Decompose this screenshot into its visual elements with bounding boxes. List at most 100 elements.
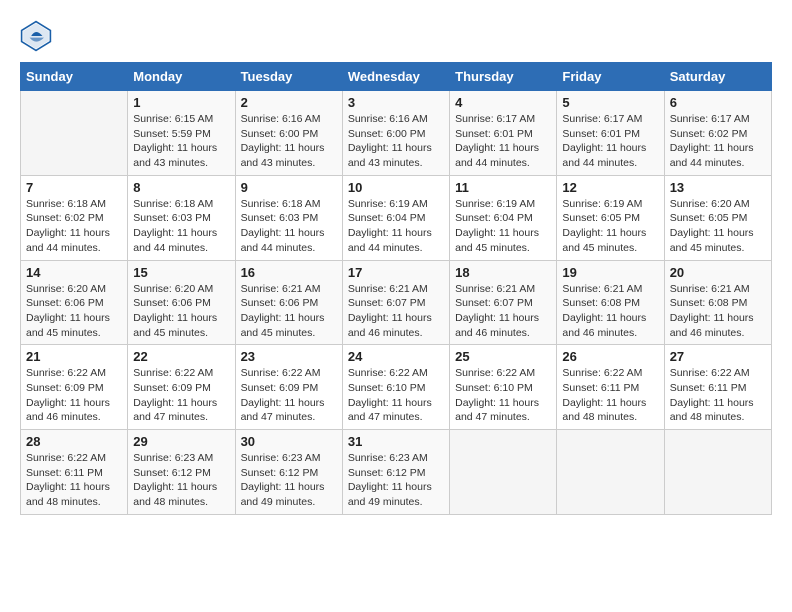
day-number: 27 [670, 349, 766, 364]
calendar-cell [450, 430, 557, 515]
day-number: 6 [670, 95, 766, 110]
day-info: Sunrise: 6:19 AM Sunset: 6:04 PM Dayligh… [348, 197, 444, 256]
day-number: 5 [562, 95, 658, 110]
day-number: 10 [348, 180, 444, 195]
week-row-4: 28Sunrise: 6:22 AM Sunset: 6:11 PM Dayli… [21, 430, 772, 515]
day-info: Sunrise: 6:18 AM Sunset: 6:03 PM Dayligh… [241, 197, 337, 256]
calendar-cell: 31Sunrise: 6:23 AM Sunset: 6:12 PM Dayli… [342, 430, 449, 515]
day-info: Sunrise: 6:16 AM Sunset: 6:00 PM Dayligh… [348, 112, 444, 171]
day-info: Sunrise: 6:17 AM Sunset: 6:01 PM Dayligh… [562, 112, 658, 171]
day-info: Sunrise: 6:22 AM Sunset: 6:09 PM Dayligh… [26, 366, 122, 425]
day-info: Sunrise: 6:20 AM Sunset: 6:06 PM Dayligh… [26, 282, 122, 341]
day-info: Sunrise: 6:21 AM Sunset: 6:07 PM Dayligh… [348, 282, 444, 341]
calendar-cell [21, 91, 128, 176]
day-number: 3 [348, 95, 444, 110]
calendar-cell: 18Sunrise: 6:21 AM Sunset: 6:07 PM Dayli… [450, 260, 557, 345]
day-number: 7 [26, 180, 122, 195]
day-number: 23 [241, 349, 337, 364]
calendar-cell: 3 Sunrise: 6:16 AM Sunset: 6:00 PM Daylig… [342, 91, 449, 176]
weekday-header-sunday: Sunday [21, 63, 128, 91]
day-number: 26 [562, 349, 658, 364]
day-number: 16 [241, 265, 337, 280]
day-info: Sunrise: 6:16 AM Sunset: 6:00 PM Dayligh… [241, 112, 337, 171]
calendar-cell: 20 Sunrise: 6:21 AM Sunset: 6:08 PM Dayli… [664, 260, 771, 345]
day-number: 21 [26, 349, 122, 364]
day-info: Sunrise: 6:22 AM Sunset: 6:10 PM Dayligh… [348, 366, 444, 425]
page-header [20, 20, 772, 52]
calendar-cell: 26 Sunrise: 6:22 AM Sunset: 6:11 PM Dayli… [557, 345, 664, 430]
day-number: 20 [670, 265, 766, 280]
weekday-header-thursday: Thursday [450, 63, 557, 91]
day-info: Sunrise: 6:23 AM Sunset: 6:12 PM Dayligh… [133, 451, 229, 510]
day-info: Sunrise: 6:21 AM Sunset: 6:06 PM Dayligh… [241, 282, 337, 341]
calendar-cell: 21 Sunrise: 6:22 AM Sunset: 6:09 PM Dayli… [21, 345, 128, 430]
weekday-header-saturday: Saturday [664, 63, 771, 91]
day-number: 29 [133, 434, 229, 449]
calendar-cell: 17 Sunrise: 6:21 AM Sunset: 6:07 PM Dayli… [342, 260, 449, 345]
day-info: Sunrise: 6:22 AM Sunset: 6:11 PM Dayligh… [26, 451, 122, 510]
calendar-cell: 19 Sunrise: 6:21 AM Sunset: 6:08 PM Dayli… [557, 260, 664, 345]
calendar-cell: 29 Sunrise: 6:23 AM Sunset: 6:12 PM Dayli… [128, 430, 235, 515]
calendar-cell: 15 Sunrise: 6:20 AM Sunset: 6:06 PM Dayli… [128, 260, 235, 345]
calendar-cell: 5 Sunrise: 6:17 AM Sunset: 6:01 PM Daylig… [557, 91, 664, 176]
day-info: Sunrise: 6:22 AM Sunset: 6:11 PM Dayligh… [670, 366, 766, 425]
calendar-cell: 23 Sunrise: 6:22 AM Sunset: 6:09 PM Dayli… [235, 345, 342, 430]
day-info: Sunrise: 6:22 AM Sunset: 6:10 PM Dayligh… [455, 366, 551, 425]
calendar-cell: 2 Sunrise: 6:16 AM Sunset: 6:00 PM Daylig… [235, 91, 342, 176]
day-number: 2 [241, 95, 337, 110]
day-info: Sunrise: 6:15 AM Sunset: 5:59 PM Dayligh… [133, 112, 229, 171]
day-number: 9 [241, 180, 337, 195]
calendar-table: SundayMondayTuesdayWednesdayThursdayFrid… [20, 62, 772, 515]
weekday-header-row: SundayMondayTuesdayWednesdayThursdayFrid… [21, 63, 772, 91]
calendar-cell: 28Sunrise: 6:22 AM Sunset: 6:11 PM Dayli… [21, 430, 128, 515]
day-number: 11 [455, 180, 551, 195]
day-info: Sunrise: 6:22 AM Sunset: 6:09 PM Dayligh… [133, 366, 229, 425]
day-info: Sunrise: 6:18 AM Sunset: 6:02 PM Dayligh… [26, 197, 122, 256]
calendar-cell: 22 Sunrise: 6:22 AM Sunset: 6:09 PM Dayli… [128, 345, 235, 430]
week-row-1: 7 Sunrise: 6:18 AM Sunset: 6:02 PM Daylig… [21, 175, 772, 260]
day-info: Sunrise: 6:23 AM Sunset: 6:12 PM Dayligh… [241, 451, 337, 510]
calendar-cell: 6 Sunrise: 6:17 AM Sunset: 6:02 PM Daylig… [664, 91, 771, 176]
day-number: 17 [348, 265, 444, 280]
day-info: Sunrise: 6:20 AM Sunset: 6:05 PM Dayligh… [670, 197, 766, 256]
calendar-cell: 1Sunrise: 6:15 AM Sunset: 5:59 PM Daylig… [128, 91, 235, 176]
day-number: 8 [133, 180, 229, 195]
calendar-cell: 10 Sunrise: 6:19 AM Sunset: 6:04 PM Dayli… [342, 175, 449, 260]
calendar-cell [664, 430, 771, 515]
day-info: Sunrise: 6:21 AM Sunset: 6:08 PM Dayligh… [670, 282, 766, 341]
calendar-cell: 13 Sunrise: 6:20 AM Sunset: 6:05 PM Dayli… [664, 175, 771, 260]
day-number: 19 [562, 265, 658, 280]
day-info: Sunrise: 6:20 AM Sunset: 6:06 PM Dayligh… [133, 282, 229, 341]
day-number: 22 [133, 349, 229, 364]
day-info: Sunrise: 6:22 AM Sunset: 6:09 PM Dayligh… [241, 366, 337, 425]
calendar-cell: 16 Sunrise: 6:21 AM Sunset: 6:06 PM Dayli… [235, 260, 342, 345]
calendar-cell: 7 Sunrise: 6:18 AM Sunset: 6:02 PM Daylig… [21, 175, 128, 260]
day-number: 24 [348, 349, 444, 364]
calendar-cell: 24 Sunrise: 6:22 AM Sunset: 6:10 PM Dayli… [342, 345, 449, 430]
week-row-0: 1Sunrise: 6:15 AM Sunset: 5:59 PM Daylig… [21, 91, 772, 176]
weekday-header-friday: Friday [557, 63, 664, 91]
day-info: Sunrise: 6:17 AM Sunset: 6:02 PM Dayligh… [670, 112, 766, 171]
calendar-cell: 8 Sunrise: 6:18 AM Sunset: 6:03 PM Daylig… [128, 175, 235, 260]
day-number: 13 [670, 180, 766, 195]
day-number: 4 [455, 95, 551, 110]
calendar-cell: 9 Sunrise: 6:18 AM Sunset: 6:03 PM Daylig… [235, 175, 342, 260]
day-number: 15 [133, 265, 229, 280]
calendar-cell: 11Sunrise: 6:19 AM Sunset: 6:04 PM Dayli… [450, 175, 557, 260]
day-info: Sunrise: 6:18 AM Sunset: 6:03 PM Dayligh… [133, 197, 229, 256]
day-info: Sunrise: 6:19 AM Sunset: 6:05 PM Dayligh… [562, 197, 658, 256]
week-row-3: 21 Sunrise: 6:22 AM Sunset: 6:09 PM Dayli… [21, 345, 772, 430]
day-info: Sunrise: 6:22 AM Sunset: 6:11 PM Dayligh… [562, 366, 658, 425]
calendar-cell: 4 Sunrise: 6:17 AM Sunset: 6:01 PM Daylig… [450, 91, 557, 176]
day-info: Sunrise: 6:21 AM Sunset: 6:08 PM Dayligh… [562, 282, 658, 341]
calendar-cell: 14Sunrise: 6:20 AM Sunset: 6:06 PM Dayli… [21, 260, 128, 345]
week-row-2: 14Sunrise: 6:20 AM Sunset: 6:06 PM Dayli… [21, 260, 772, 345]
weekday-header-wednesday: Wednesday [342, 63, 449, 91]
day-info: Sunrise: 6:23 AM Sunset: 6:12 PM Dayligh… [348, 451, 444, 510]
calendar-cell: 27 Sunrise: 6:22 AM Sunset: 6:11 PM Dayli… [664, 345, 771, 430]
calendar-cell: 30Sunrise: 6:23 AM Sunset: 6:12 PM Dayli… [235, 430, 342, 515]
day-info: Sunrise: 6:17 AM Sunset: 6:01 PM Dayligh… [455, 112, 551, 171]
day-number: 25 [455, 349, 551, 364]
calendar-cell: 25 Sunrise: 6:22 AM Sunset: 6:10 PM Dayli… [450, 345, 557, 430]
calendar-cell: 12Sunrise: 6:19 AM Sunset: 6:05 PM Dayli… [557, 175, 664, 260]
